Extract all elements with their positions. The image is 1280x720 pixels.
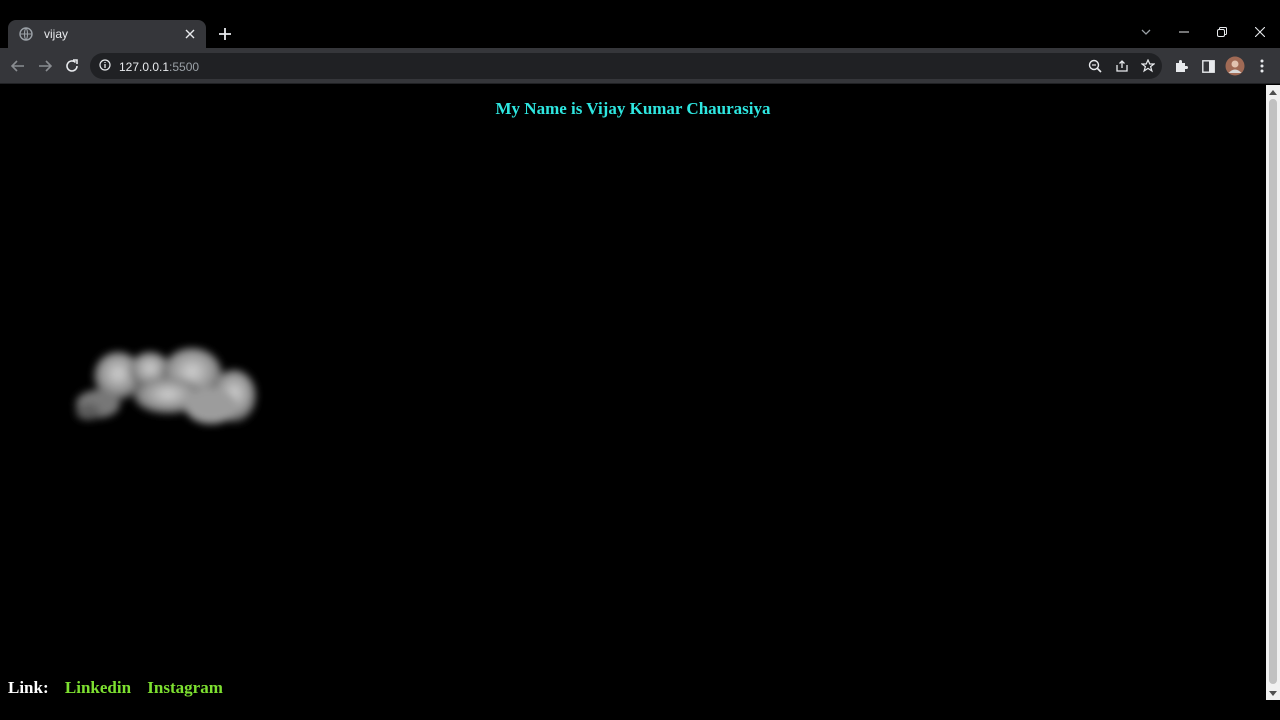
scroll-up-icon[interactable] [1266, 85, 1280, 99]
tab-title: vijay [44, 27, 69, 41]
minimize-button[interactable] [1172, 20, 1196, 44]
restore-button[interactable] [1210, 20, 1234, 44]
side-panel-icon[interactable] [1196, 54, 1220, 78]
smoke-cloud-image [76, 348, 256, 424]
address-bar[interactable] [90, 53, 1162, 79]
share-icon[interactable] [1110, 54, 1134, 78]
link-label: Link: [8, 678, 49, 697]
minimize-icon [1179, 31, 1189, 33]
puzzle-icon[interactable] [1169, 54, 1193, 78]
zoom-icon[interactable] [1083, 54, 1107, 78]
browser-tab[interactable]: vijay [8, 20, 206, 48]
back-button[interactable] [6, 54, 30, 78]
scroll-down-icon[interactable] [1266, 686, 1280, 700]
reload-button[interactable] [60, 54, 84, 78]
tab-search-button[interactable] [1134, 20, 1158, 44]
window-close-button[interactable] [1248, 20, 1272, 44]
forward-button[interactable] [33, 54, 57, 78]
page-heading: My Name is Vijay Kumar Chaurasiya [495, 99, 771, 118]
linkedin-link[interactable]: Linkedin [65, 678, 131, 697]
plus-icon [219, 28, 231, 40]
globe-icon [18, 26, 34, 42]
close-icon[interactable] [182, 26, 198, 42]
forward-arrow-icon [39, 60, 52, 72]
url-host: 127.0.0.1 [119, 60, 170, 74]
page-viewport: My Name is Vijay Kumar Chaurasiya Link: … [0, 85, 1266, 700]
url-port: :5500 [169, 60, 200, 74]
back-arrow-icon [11, 60, 24, 72]
info-icon[interactable] [98, 58, 112, 72]
window-bottom-edge [0, 700, 1280, 720]
star-icon[interactable] [1136, 54, 1160, 78]
chevron-down-icon [1141, 29, 1151, 35]
reload-icon [66, 59, 78, 72]
new-tab-button[interactable] [214, 24, 236, 44]
close-icon [1255, 27, 1265, 37]
url-text[interactable]: 127.0.0.1:5500 [119, 60, 199, 74]
tab-strip: vijay [0, 0, 1280, 48]
avatar[interactable] [1223, 54, 1247, 78]
restore-icon [1217, 27, 1227, 37]
scrollbar-thumb[interactable] [1269, 99, 1277, 684]
kebab-menu-icon[interactable] [1250, 54, 1274, 78]
vertical-scrollbar[interactable] [1266, 85, 1280, 700]
footer-links: Link: Linkedin Instagram [8, 678, 235, 698]
instagram-link[interactable]: Instagram [147, 678, 223, 697]
